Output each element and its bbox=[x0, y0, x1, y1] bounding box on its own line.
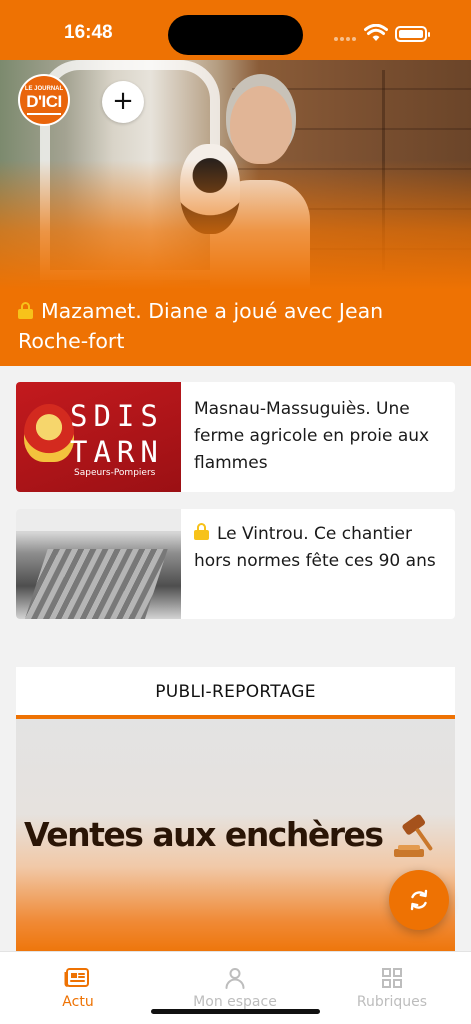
article-thumbnail: SDIS TARN Sapeurs-Pompiers bbox=[16, 382, 181, 492]
add-button[interactable]: + bbox=[102, 81, 144, 123]
thumbnail-text-line: TARN bbox=[70, 435, 164, 469]
tab-label: Rubriques bbox=[356, 994, 428, 1010]
article-title: Masnau-Massuguiès. Une ferme agricole en… bbox=[194, 399, 430, 473]
hero-article[interactable]: LE JOURNAL D'ICI + Mazamet. Diane a joué… bbox=[0, 60, 471, 366]
tab-label: Actu bbox=[62, 994, 94, 1010]
newspaper-icon bbox=[64, 968, 89, 987]
grid-icon bbox=[382, 968, 402, 988]
hero-title-text: Mazamet. Diane a joué avec Jean Roche-fo… bbox=[18, 299, 384, 353]
battery-icon bbox=[395, 26, 430, 42]
article-thumbnail bbox=[16, 509, 181, 619]
refresh-icon bbox=[410, 889, 428, 911]
user-icon bbox=[225, 968, 245, 989]
gavel-icon bbox=[394, 814, 433, 857]
app-logo: LE JOURNAL D'ICI bbox=[18, 74, 70, 126]
wifi-icon bbox=[364, 24, 388, 41]
refresh-button[interactable] bbox=[389, 870, 449, 930]
status-time: 16:48 bbox=[64, 22, 113, 43]
home-indicator bbox=[151, 1009, 320, 1014]
publi-reportage-section[interactable]: PUBLI-REPORTAGE Ventes aux enchères bbox=[16, 667, 455, 957]
article-title: Le Vintrou. Ce chantier hors normes fête… bbox=[194, 521, 444, 575]
tab-actu[interactable]: Actu bbox=[18, 966, 138, 1010]
cellular-signal-icon bbox=[334, 37, 356, 41]
tab-mon-espace[interactable]: Mon espace bbox=[175, 966, 295, 1010]
article-title-text: Le Vintrou. Ce chantier hors normes fête… bbox=[194, 524, 436, 571]
lock-icon bbox=[194, 523, 209, 540]
lock-icon bbox=[18, 302, 33, 319]
status-bar: 16:48 bbox=[0, 0, 471, 60]
publi-image: Ventes aux enchères bbox=[16, 719, 455, 957]
hero-title: Mazamet. Diane a joué avec Jean Roche-fo… bbox=[18, 296, 458, 356]
tab-label: Mon espace bbox=[193, 994, 277, 1010]
thumbnail-subtext: Sapeurs-Pompiers bbox=[74, 468, 156, 478]
article-card[interactable]: SDIS TARN Sapeurs-Pompiers Masnau-Massug… bbox=[16, 382, 455, 492]
article-card[interactable]: Le Vintrou. Ce chantier hors normes fête… bbox=[16, 509, 455, 619]
publi-title: Ventes aux enchères bbox=[24, 815, 384, 854]
tab-rubriques[interactable]: Rubriques bbox=[332, 966, 452, 1010]
thumbnail-text-line: SDIS bbox=[70, 399, 164, 433]
firefighter-emblem-icon bbox=[24, 404, 74, 462]
dynamic-island bbox=[168, 15, 303, 55]
section-header: PUBLI-REPORTAGE bbox=[16, 667, 455, 719]
